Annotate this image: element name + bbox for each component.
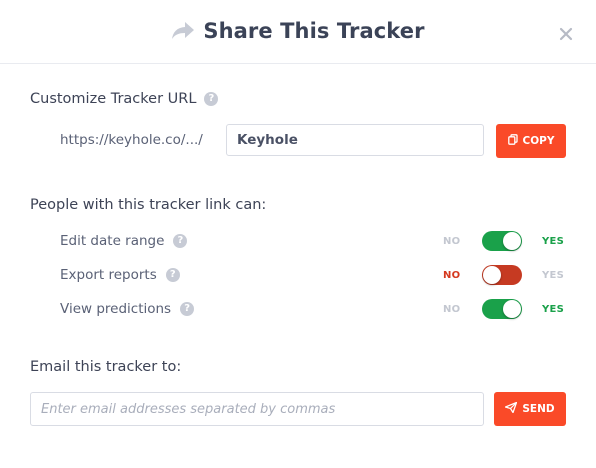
dialog-header: Share This Tracker (0, 0, 596, 64)
help-icon[interactable]: ? (204, 92, 219, 106)
email-heading: Email this tracker to: (30, 359, 181, 375)
help-icon[interactable]: ? (173, 234, 188, 248)
edit-date-range-toggle[interactable] (482, 231, 522, 251)
copy-icon (507, 134, 518, 148)
permission-label: Export reports (60, 267, 157, 283)
permission-export-reports: Export reports ? (60, 267, 180, 283)
permission-no-label: NO (443, 304, 461, 315)
permission-edit-date-range: Edit date range ? (60, 233, 188, 249)
dialog-title: Share This Tracker (203, 19, 425, 43)
permission-no-label: NO (443, 270, 461, 281)
close-icon[interactable] (557, 25, 575, 43)
toggle-knob (503, 300, 521, 318)
permission-view-predictions: View predictions ? (60, 301, 195, 317)
tracker-slug-input[interactable] (226, 124, 484, 156)
copy-button-label: COPY (522, 135, 555, 147)
email-addresses-input[interactable] (30, 392, 484, 426)
permission-yes-label: YES (542, 304, 565, 315)
permission-label: Edit date range (60, 233, 165, 249)
share-arrow-icon (171, 21, 195, 41)
send-button-label: SEND (522, 403, 555, 415)
permission-yes-label: YES (542, 270, 565, 281)
url-prefix: https://keyhole.co/.../ (60, 132, 203, 148)
permission-yes-label: YES (542, 236, 565, 247)
permissions-heading: People with this tracker link can: (30, 197, 266, 213)
help-icon[interactable]: ? (165, 268, 180, 282)
permissions-heading-label: People with this tracker link can: (30, 197, 267, 213)
email-heading-label: Email this tracker to: (30, 359, 182, 375)
customize-url-heading: Customize Tracker URL ? (30, 91, 219, 107)
view-predictions-toggle[interactable] (482, 299, 522, 319)
dialog-title-group: Share This Tracker (0, 16, 596, 46)
toggle-knob (503, 232, 521, 250)
customize-url-label: Customize Tracker URL (30, 91, 197, 107)
export-reports-toggle[interactable] (482, 265, 522, 285)
toggle-knob (483, 266, 501, 284)
permission-label: View predictions (60, 301, 172, 317)
help-icon[interactable]: ? (180, 302, 195, 316)
copy-button[interactable]: COPY (496, 124, 566, 158)
permission-no-label: NO (443, 236, 461, 247)
send-button[interactable]: SEND (494, 392, 566, 426)
send-icon (505, 401, 518, 416)
